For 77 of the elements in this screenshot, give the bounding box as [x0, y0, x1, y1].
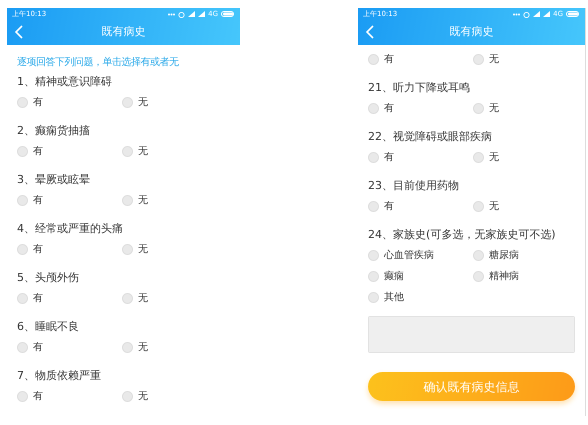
question-title: 21、听力下降或耳鸣 — [368, 80, 471, 96]
option-label[interactable]: 有 — [33, 144, 43, 158]
option-label[interactable]: 无 — [138, 242, 148, 256]
radio-button[interactable] — [17, 244, 28, 254]
radio-button[interactable] — [122, 96, 133, 108]
option-label[interactable]: 有 — [384, 100, 394, 116]
radio-button[interactable] — [368, 292, 379, 302]
radio-button[interactable] — [17, 96, 28, 108]
alarm-icon — [523, 10, 530, 18]
radio-button[interactable] — [473, 200, 484, 212]
radio-button[interactable] — [368, 54, 379, 64]
question-title: 6、睡眠不良 — [17, 319, 80, 335]
more-icon — [168, 12, 176, 16]
option-label[interactable]: 精神病 — [489, 268, 519, 284]
radio-button[interactable] — [473, 152, 484, 162]
question-title: 5、头颅外伤 — [17, 270, 80, 286]
option-label[interactable]: 无 — [138, 144, 148, 158]
option-label[interactable]: 无 — [489, 52, 499, 66]
option-label[interactable]: 无 — [489, 150, 499, 164]
question-title: 1、精神或意识障碍 — [17, 74, 113, 90]
radio-button[interactable] — [17, 342, 28, 352]
radio-button[interactable] — [17, 390, 28, 402]
more-icon — [513, 12, 520, 16]
option-label[interactable]: 有 — [384, 52, 394, 66]
option-label[interactable]: 心血管疾病 — [384, 248, 434, 262]
option-label[interactable]: 无 — [138, 94, 148, 110]
option-label[interactable]: 糖尿病 — [489, 248, 519, 262]
alarm-icon — [178, 10, 186, 18]
radio-button[interactable] — [122, 342, 133, 352]
radio-button[interactable] — [368, 200, 379, 212]
radio-button[interactable] — [473, 270, 484, 282]
option-label[interactable]: 有 — [384, 198, 394, 214]
question-title: 24、家族史(可多选，无家族史可不选) — [368, 227, 557, 243]
option-label[interactable]: 有 — [384, 150, 394, 164]
option-label[interactable]: 其他 — [384, 290, 404, 304]
page-title: 既有病史 — [102, 24, 146, 40]
option-label[interactable]: 有 — [33, 242, 43, 256]
radio-button[interactable] — [17, 292, 28, 304]
radio-button[interactable] — [473, 54, 484, 64]
question-title: 22、视觉障碍或眼部疾病 — [368, 129, 493, 145]
option-label[interactable]: 无 — [138, 290, 148, 306]
option-label[interactable]: 无 — [138, 388, 148, 404]
radio-button[interactable] — [368, 152, 379, 162]
option-label[interactable]: 无 — [138, 340, 148, 354]
radio-button[interactable] — [122, 194, 133, 206]
option-label[interactable]: 有 — [33, 290, 43, 306]
question-title: 4、经常或严重的头痛 — [17, 221, 124, 237]
instruction-text: 逐项回答下列问题，单击选择有或者无 — [17, 56, 180, 70]
back-icon[interactable] — [15, 25, 23, 39]
radio-button[interactable] — [122, 244, 133, 254]
question-title: 7、物质依赖严重 — [17, 368, 102, 384]
option-label[interactable]: 癫痫 — [384, 268, 404, 284]
question-title: 2、癫痫货抽搐 — [17, 123, 91, 139]
option-label[interactable]: 无 — [489, 100, 499, 116]
radio-button[interactable] — [368, 102, 379, 114]
battery-icon — [566, 11, 580, 17]
option-label[interactable]: 有 — [33, 388, 43, 404]
radio-button[interactable] — [368, 270, 379, 282]
option-label[interactable]: 有 — [33, 192, 43, 208]
radio-button[interactable] — [122, 390, 133, 402]
back-icon[interactable] — [366, 25, 374, 39]
question-title: 23、目前使用药物 — [368, 178, 460, 194]
radio-button[interactable] — [122, 146, 133, 156]
radio-button[interactable] — [17, 194, 28, 206]
notes-field[interactable] — [368, 316, 575, 353]
radio-button[interactable] — [17, 146, 28, 156]
radio-button[interactable] — [122, 292, 133, 304]
battery-icon — [221, 11, 235, 17]
option-label[interactable]: 有 — [33, 340, 43, 354]
option-label[interactable]: 无 — [138, 192, 148, 208]
radio-button[interactable] — [473, 250, 484, 260]
page-title: 既有病史 — [450, 24, 494, 40]
question-title: 3、晕厥或眩晕 — [17, 172, 91, 188]
radio-button[interactable] — [368, 250, 379, 260]
option-label[interactable]: 无 — [489, 198, 499, 214]
radio-button[interactable] — [473, 102, 484, 114]
option-label[interactable]: 有 — [33, 94, 43, 110]
